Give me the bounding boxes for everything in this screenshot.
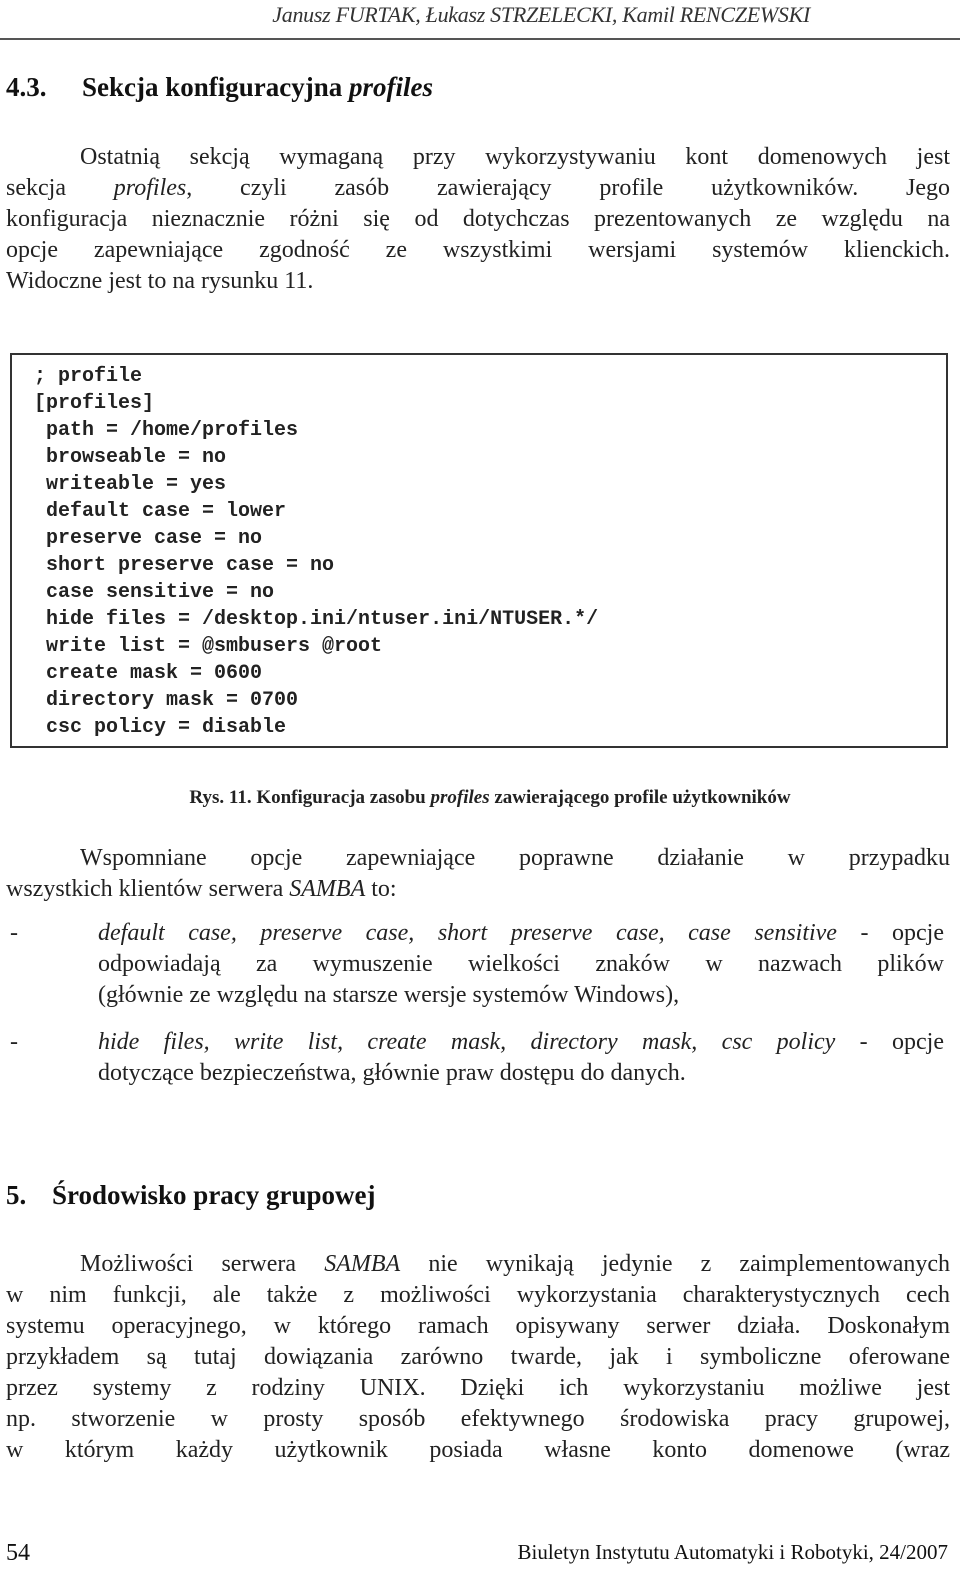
section-number: 4.3. [6,72,47,102]
section-heading-5: 5. Środowisko pracy grupowej [6,1180,376,1211]
text-line: default case, preserve case, short prese… [98,918,944,949]
code-line: case sensitive = no [34,581,275,604]
section-number: 5. [6,1180,27,1210]
text-line: sekcja profiles, czyli zasób zawierający… [6,173,950,204]
code-line: csc policy = disable [34,716,287,739]
figure-caption: Rys. 11. Konfiguracja zasobu profiles za… [0,787,960,809]
text-span: Możliwości serwera [80,1251,325,1277]
text-line: konfiguracja nieznacznie różni się od do… [6,206,950,232]
code-listing-box: ; profile [profiles] path = /home/profil… [10,353,948,748]
running-header-authors: Janusz FURTAK, Łukasz STRZELECKI, Kamil … [272,2,810,27]
text-line: dotyczące bezpieczeństwa, głównie praw d… [98,1060,686,1086]
code-line: create mask = 0600 [34,662,263,685]
text-line: hide files, write list, create mask, dir… [98,1027,944,1058]
paragraph-workgroup: Możliwości serwera SAMBA nie wynikają je… [6,1249,950,1466]
paragraph-intro: Ostatnią sekcją wymaganą przy wykorzysty… [6,142,950,297]
text-span: , czyli zasób zawierający profile użytko… [186,175,951,201]
text-line: np. stworzenie w prosty sposób efektywne… [6,1406,950,1432]
text-line: przykładem są tutaj dowiązania zarówno t… [6,1344,950,1370]
text-span-italic: SAMBA [289,876,366,902]
text-span: - opcje [835,1029,944,1055]
text-line: opcje zapewniające zgodność ze wszystkim… [6,237,950,263]
bullet-dash: - [10,1029,18,1055]
text-span: - opcje [836,920,945,946]
code-line: write list = @smbusers @root [34,635,383,658]
text-span: nie wynikają jedynie z zaimplementowanyc… [400,1251,951,1277]
caption-text: zawierającego profile użytkowników [489,787,791,808]
code-line: ; profile [34,365,143,388]
header-divider [0,38,960,40]
section-title-italic: profiles [349,72,434,102]
bullet-dash: - [10,920,18,946]
bullet-item: hide files, write list, create mask, dir… [98,1027,944,1089]
text-line: Widoczne jest to na rysunku 11. [6,268,314,294]
text-span-italic: hide files, write list, create mask, dir… [98,1029,836,1055]
code-line: directory mask = 0700 [34,689,299,712]
section-title-text: Sekcja konfiguracyjna [82,72,350,102]
paragraph-options: Wspomniane opcje zapewniające poprawne d… [6,843,950,905]
code-line: writeable = yes [34,473,227,496]
section-heading-4-3: 4.3. Sekcja konfiguracyjna profiles [6,72,433,103]
text-line: Ostatnią sekcją wymaganą przy wykorzysty… [80,144,950,170]
text-span-italic: SAMBA [324,1251,401,1277]
text-span: wszystkich klientów serwera [6,876,290,902]
text-span: sekcja [6,175,114,201]
text-line: wszystkich klientów serwera SAMBA to: [6,874,950,905]
text-line: w którym każdy użytkownik posiada własne… [6,1437,950,1463]
bullet-item: default case, preserve case, short prese… [98,918,944,1011]
text-line: w nim funkcji, ale także z możliwości wy… [6,1282,950,1308]
text-line: Możliwości serwera SAMBA nie wynikają je… [6,1249,950,1280]
code-line: path = /home/profiles [34,419,299,442]
text-line: (głównie ze względu na starsze wersje sy… [98,982,680,1008]
text-line: odpowiadają za wymuszenie wielkości znak… [98,951,944,977]
code-line: browseable = no [34,446,227,469]
text-line: Wspomniane opcje zapewniające poprawne d… [80,845,950,871]
section-title-text: Środowisko pracy grupowej [52,1180,376,1210]
text-line: systemu operacyjnego, w którego ramach o… [6,1313,950,1339]
code-line: default case = lower [34,500,287,523]
text-span-italic: profiles [113,175,187,201]
text-span: to: [365,876,397,902]
text-span-italic: default case, preserve case, short prese… [98,920,837,946]
journal-footer: Biuletyn Instytutu Automatyki i Robotyki… [517,1540,948,1564]
text-line: przez systemy z rodziny UNIX. Dzięki ich… [6,1375,950,1401]
code-line: hide files = /desktop.ini/ntuser.ini/NTU… [34,608,599,631]
caption-italic: profiles [430,787,490,808]
code-line: [profiles] [34,392,155,415]
code-line: short preserve case = no [34,554,335,577]
caption-text: Rys. 11. Konfiguracja zasobu [189,787,431,808]
code-line: preserve case = no [34,527,263,550]
page-number: 54 [6,1540,30,1566]
